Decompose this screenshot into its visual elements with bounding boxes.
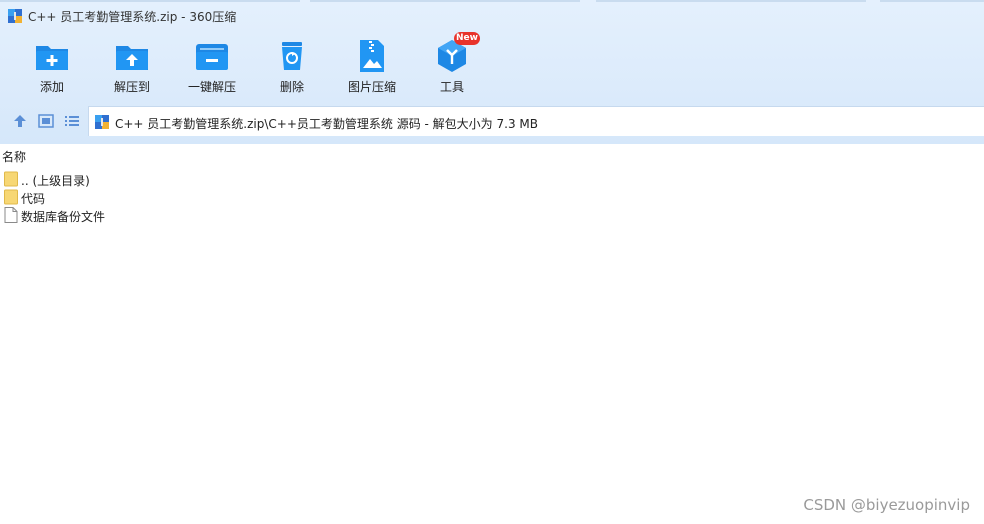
extract-to-button[interactable]: 解压到: [92, 34, 172, 98]
list-item-code-folder[interactable]: 代码: [4, 188, 304, 206]
address-path-text: C++ 员工考勤管理系统.zip\C++员工考勤管理系统 源码 - 解包大小为 …: [115, 117, 538, 131]
list-item-database-backup[interactable]: 数据库备份文件: [4, 206, 304, 224]
archive-path-icon: [95, 115, 109, 129]
thumbnail-view-icon[interactable]: [38, 113, 54, 129]
archive-app-icon: [8, 9, 22, 23]
window-edge-segment: [0, 0, 300, 2]
image-compress-label: 图片压缩: [347, 80, 396, 94]
column-header-name[interactable]: 名称: [2, 148, 26, 165]
window-edge-segment: [596, 0, 866, 2]
delete-button[interactable]: 删除: [252, 34, 332, 98]
image-compress-icon: [360, 40, 384, 72]
delete-icon: [282, 42, 302, 70]
window-title: C++ 员工考勤管理系统.zip - 360压缩: [28, 10, 237, 24]
one-click-extract-icon: [196, 44, 228, 70]
toolbar: 添加 解压到 一键解压 删除 图片压缩 工具: [0, 34, 984, 98]
list-item-label: .. (上级目录): [21, 174, 90, 188]
navigation-row: C++ 员工考勤管理系统.zip\C++员工考勤管理系统 源码 - 解包大小为 …: [0, 106, 984, 136]
address-bar[interactable]: C++ 员工考勤管理系统.zip\C++员工考勤管理系统 源码 - 解包大小为 …: [88, 106, 984, 136]
top-chrome: C++ 员工考勤管理系统.zip - 360压缩 添加 解压到 一键解压 删除 …: [0, 0, 984, 144]
extract-to-icon: [116, 46, 148, 70]
add-button[interactable]: 添加: [12, 34, 92, 98]
one-click-extract-button[interactable]: 一键解压: [172, 34, 252, 98]
extract-to-label: 解压到: [113, 80, 150, 94]
tools-button[interactable]: 工具: [412, 34, 492, 98]
add-label: 添加: [39, 80, 64, 94]
add-folder-icon: [36, 46, 68, 70]
list-item-label: 数据库备份文件: [21, 210, 106, 224]
window-edge-segment: [310, 0, 580, 2]
folder-icon: [4, 171, 18, 187]
new-badge: New: [454, 32, 480, 45]
list-item-parent-directory[interactable]: .. (上级目录): [4, 170, 304, 188]
tools-label: 工具: [439, 80, 464, 94]
up-arrow-icon[interactable]: [12, 113, 28, 129]
folder-icon: [4, 189, 18, 205]
one-click-extract-label: 一键解压: [187, 80, 236, 94]
file-list: 名称 .. (上级目录) 代码 数据库备份文件: [0, 144, 984, 524]
delete-label: 删除: [279, 80, 304, 94]
title-bar: C++ 员工考勤管理系统.zip - 360压缩: [0, 0, 984, 32]
file-icon: [4, 207, 18, 223]
list-item-label: 代码: [21, 192, 46, 206]
list-view-icon[interactable]: [64, 113, 80, 129]
window-edge-segment: [880, 0, 984, 2]
image-compress-button[interactable]: 图片压缩: [332, 34, 412, 98]
watermark: CSDN @biyezuopinvip: [803, 496, 970, 514]
